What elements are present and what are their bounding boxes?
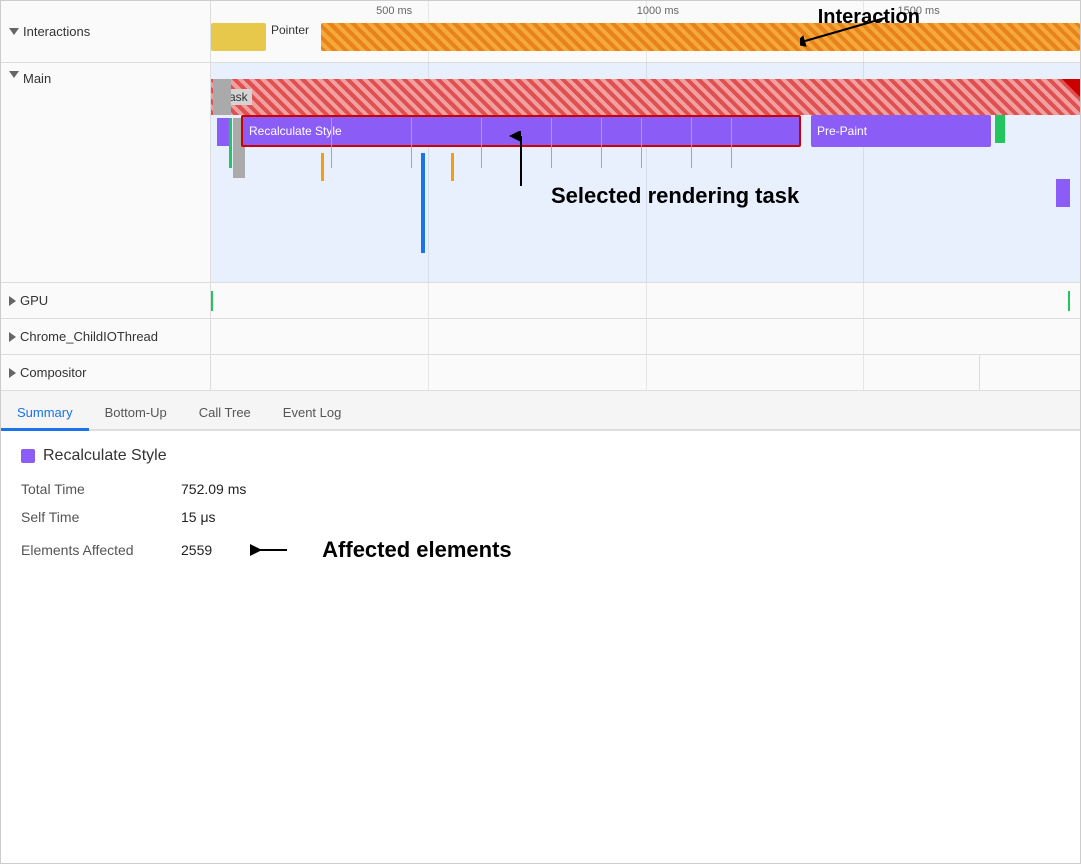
small-gray-block-1 [213,79,231,115]
main-track: Task Recalculate Style Pre-Paint [211,63,1080,282]
compositor-track [211,355,1080,390]
pointer-yellow-block [211,23,266,51]
purple-square-icon [21,449,35,463]
tab-event-log[interactable]: Event Log [267,397,358,431]
orange-tick-1 [321,153,324,181]
child-io-text: Chrome_ChildIOThread [20,329,158,344]
tick-5 [601,118,602,168]
compositor-text: Compositor [20,365,86,380]
task-bar[interactable]: Task [211,79,1080,115]
self-time-row: Self Time 15 μs [21,509,1060,525]
gpu-green-right [1068,291,1070,311]
compositor-divider [979,355,980,390]
left-blue-accent [421,153,425,253]
interactions-row-label: Interactions [1,1,211,62]
gpu-text: GPU [20,293,48,308]
main-row: Main Task Recalculate Style Pre-Paint [1,63,1080,283]
affected-elements-annotation: Affected elements [322,537,512,563]
selected-rendering-annotation: Selected rendering task [551,183,799,209]
interactions-label: Interactions [23,24,90,39]
collapse-interactions-icon[interactable] [9,28,19,35]
orange-tick-2 [451,153,454,181]
gpu-row: GPU [1,283,1080,319]
expand-gpu-icon[interactable] [9,296,16,306]
tick-4 [551,118,552,168]
tick-2 [411,118,412,168]
scale-1000ms: 1000 ms [637,5,679,17]
total-time-row: Total Time 752.09 ms [21,481,1060,497]
small-purple-left [217,118,229,146]
gpu-green-left [211,291,213,311]
elements-affected-row: Elements Affected 2559 Affected elements [21,537,1060,563]
affected-arrow-icon [242,540,292,560]
pointer-text: Pointer [271,23,309,37]
elements-affected-value: 2559 [181,542,212,558]
summary-title: Recalculate Style [21,447,1060,465]
compositor-label: Compositor [1,355,211,390]
scale-500ms: 500 ms [376,5,412,17]
small-green-1 [229,118,232,168]
child-io-label: Chrome_ChildIOThread [1,319,211,354]
tabs-bar: Summary Bottom-Up Call Tree Event Log [1,391,1080,431]
tab-call-tree[interactable]: Call Tree [183,397,267,431]
summary-title-text: Recalculate Style [43,447,167,465]
child-io-row: Chrome_ChildIOThread [1,319,1080,355]
expand-compositor-icon[interactable] [9,368,16,378]
tick-6 [641,118,642,168]
summary-panel: Recalculate Style Total Time 752.09 ms S… [1,431,1080,591]
prepaint-bar[interactable]: Pre-Paint [811,115,991,147]
child-io-track [211,319,1080,354]
small-purple-right [1056,179,1070,207]
rendering-arrow [506,131,536,191]
self-time-value: 15 μs [181,509,216,525]
tick-8 [731,118,732,168]
interaction-hatched-bar [321,23,1080,51]
prepaint-label: Pre-Paint [817,124,867,138]
expand-childio-icon[interactable] [9,332,16,342]
main-label: Main [23,71,51,86]
recalc-style-label: Recalculate Style [249,124,342,138]
self-time-label: Self Time [21,509,161,525]
elements-affected-label: Elements Affected [21,542,161,558]
gpu-track [211,283,1080,318]
tick-3 [481,118,482,168]
interactions-row: Interactions 500 ms 1000 ms 1500 ms Poin… [1,1,1080,63]
total-time-label: Total Time [21,481,161,497]
total-time-value: 752.09 ms [181,481,246,497]
task-red-corner [1062,79,1080,97]
compositor-row: Compositor [1,355,1080,391]
tab-bottom-up[interactable]: Bottom-Up [89,397,183,431]
tick-7 [691,118,692,168]
collapse-main-icon[interactable] [9,71,19,78]
tab-summary[interactable]: Summary [1,397,89,431]
interaction-arrow [800,13,890,48]
small-green-2 [995,115,1005,143]
gpu-label: GPU [1,283,211,318]
tick-1 [331,118,332,168]
main-row-label: Main [1,63,211,282]
